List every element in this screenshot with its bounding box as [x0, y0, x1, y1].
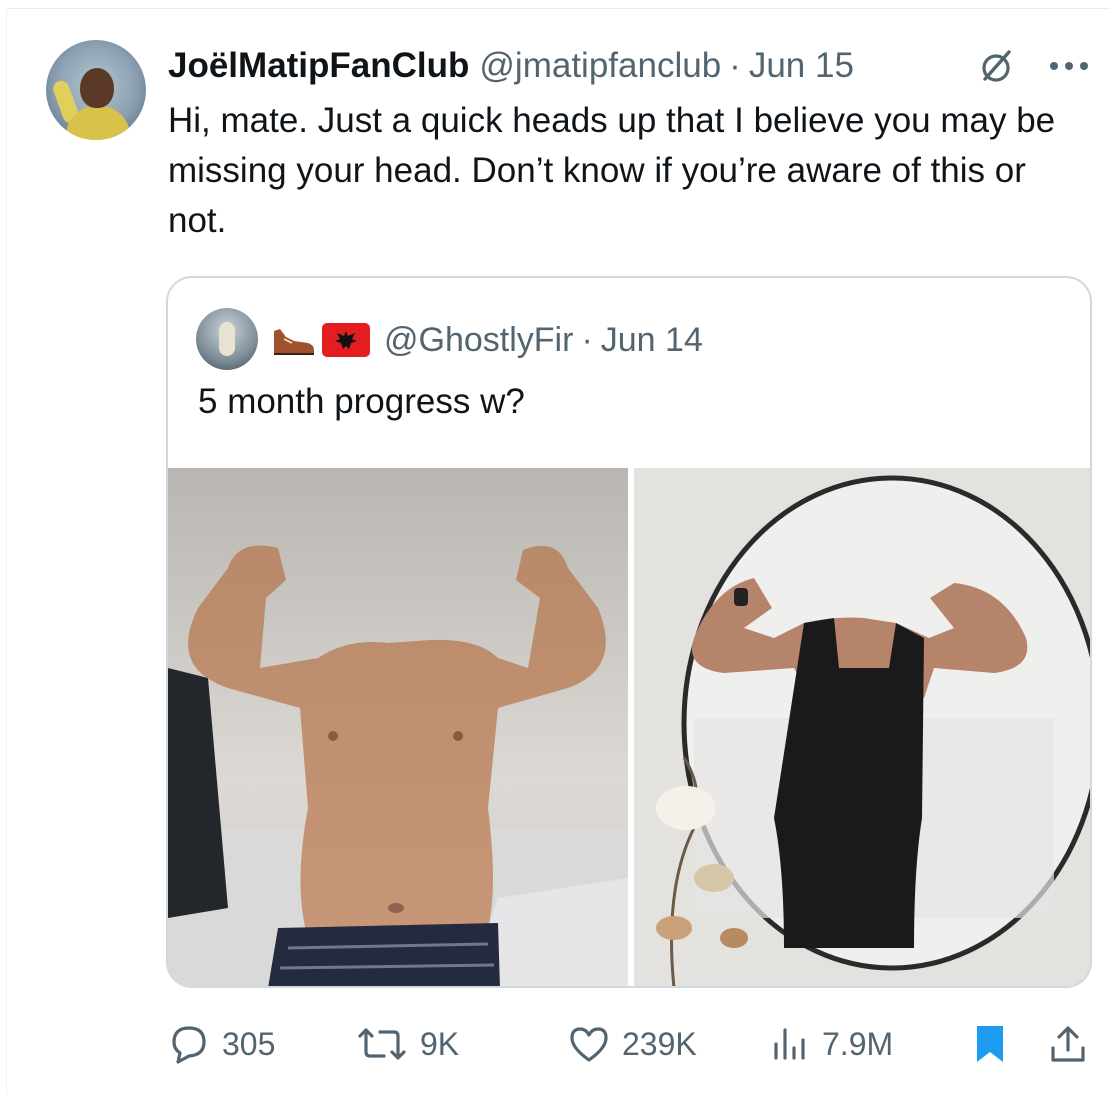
- like-action[interactable]: 239K: [566, 1016, 697, 1072]
- author-handle[interactable]: @jmatipfanclub: [479, 46, 721, 86]
- share-action[interactable]: [1046, 1016, 1090, 1072]
- author-display-name[interactable]: JoëlMatipFanClub: [168, 46, 469, 86]
- tweet-header: JoëlMatipFanClub @jmatipfanclub · Jun 15: [168, 44, 854, 88]
- shoe-emoji: [274, 329, 314, 355]
- mirror-tank-top-flex-photo[interactable]: [634, 468, 1092, 988]
- quoted-tweet-card[interactable]: @GhostlyFir · Jun 14 5 month progress w?: [166, 276, 1092, 988]
- quoted-tweet-header: @GhostlyFir · Jun 14: [270, 316, 703, 364]
- quoted-header-separator: ·: [581, 320, 593, 359]
- reply-action[interactable]: 305: [166, 1016, 275, 1072]
- repost-icon: [358, 1028, 406, 1060]
- repost-count: 9K: [420, 1025, 460, 1062]
- grok-icon[interactable]: [976, 46, 1016, 86]
- more-icon[interactable]: [1046, 54, 1092, 78]
- action-bar: 305 9K 239K 7.9M: [0, 1016, 1116, 1072]
- tweet-text: Hi, mate. Just a quick heads up that I b…: [168, 101, 1056, 240]
- quoted-author-handle[interactable]: @GhostlyFir: [384, 321, 573, 360]
- share-icon: [1051, 1026, 1085, 1062]
- views-count: 7.9M: [822, 1025, 894, 1062]
- repost-action[interactable]: 9K: [354, 1016, 459, 1072]
- views-action[interactable]: 7.9M: [768, 1016, 893, 1072]
- bookmark-action[interactable]: [970, 1016, 1010, 1072]
- quoted-tweet-date[interactable]: Jun 14: [601, 321, 703, 360]
- bookmark-icon: [977, 1026, 1003, 1062]
- header-separator: ·: [729, 46, 741, 85]
- quoted-author-avatar[interactable]: [196, 308, 258, 370]
- albania-flag-emoji: [322, 323, 370, 357]
- quoted-tweet-text: 5 month progress w?: [198, 382, 525, 421]
- views-icon: [774, 1028, 805, 1060]
- like-count: 239K: [622, 1025, 697, 1062]
- reply-count: 305: [222, 1025, 276, 1062]
- reply-icon: [172, 1026, 206, 1064]
- shirtless-flex-photo[interactable]: [168, 468, 628, 988]
- tweet-date[interactable]: Jun 15: [749, 46, 854, 86]
- like-icon: [570, 1027, 608, 1062]
- author-avatar[interactable]: [46, 40, 146, 140]
